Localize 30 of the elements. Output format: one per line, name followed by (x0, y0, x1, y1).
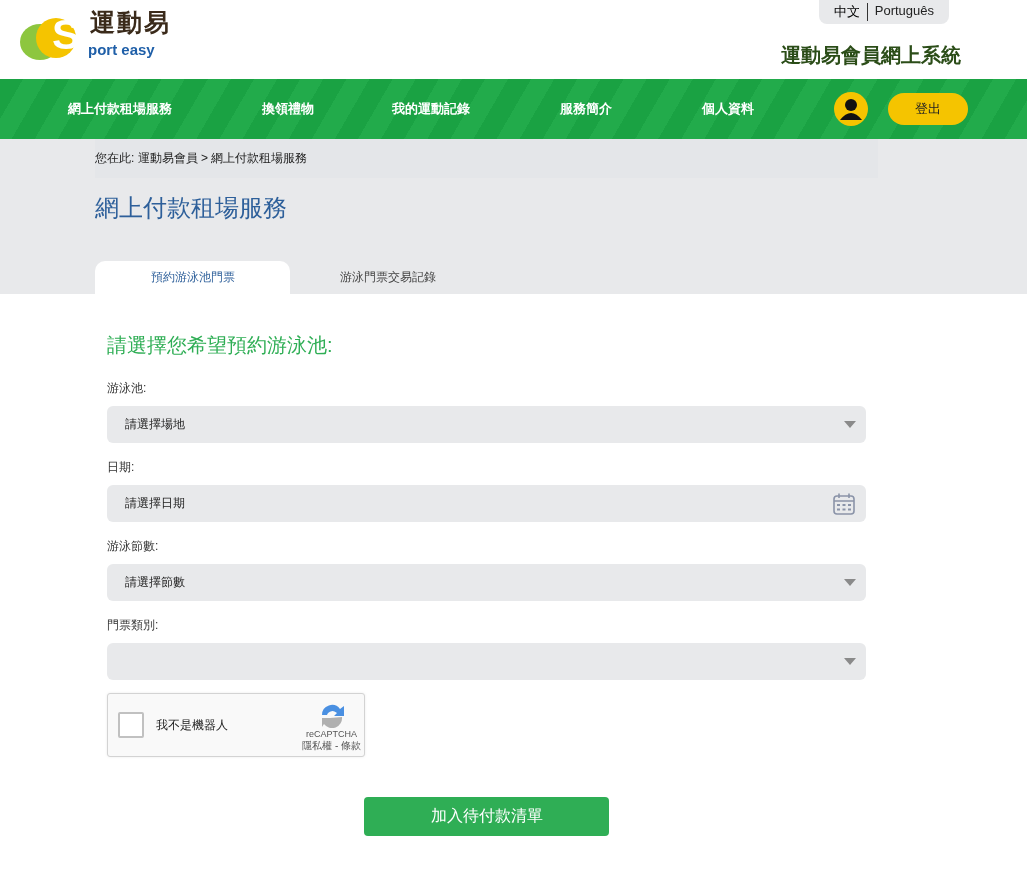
tab[interactable]: 游泳門票交易記錄 (290, 261, 485, 294)
breadcrumb: 您在此: 運動易會員 > 網上付款租場服務 (95, 150, 308, 167)
field-label: 日期: (107, 459, 136, 476)
select-field[interactable] (107, 643, 866, 680)
page-title: 網上付款租場服務 (95, 193, 288, 223)
dropdown-caret-icon (844, 657, 856, 666)
select-field[interactable]: 請選擇節數 (107, 564, 866, 601)
calendar-icon[interactable] (832, 491, 856, 516)
field-label: 游泳節數: (107, 538, 160, 555)
logo-wordmark: port easy (88, 42, 155, 57)
field-label: 游泳池: (107, 380, 148, 397)
captcha-label: 我不是機器人 (156, 716, 229, 734)
language-link[interactable]: 中文 (826, 3, 867, 21)
logo-mark: 運動易 (90, 10, 171, 35)
site-title: 運動易會員網上系統 (781, 43, 961, 68)
date-field[interactable]: 請選擇日期 (107, 485, 866, 522)
link-separator: - (334, 740, 339, 751)
tab[interactable]: 預約游泳池門票 (95, 261, 290, 294)
avatar-icon[interactable] (834, 92, 868, 126)
form-heading: 請選擇您希望預約游泳池: (107, 333, 334, 358)
captcha-brand: reCAPTCHA (306, 729, 358, 739)
captcha-checkbox[interactable] (118, 712, 144, 738)
field-label: 門票類別: (107, 617, 160, 634)
logout-button[interactable]: 登出 (888, 93, 968, 125)
dropdown-caret-icon (844, 420, 856, 429)
terms-link[interactable]: 條款 (341, 740, 361, 751)
privacy-link[interactable]: 隱私權 (302, 740, 333, 751)
language-link[interactable]: Português (866, 3, 941, 21)
dropdown-caret-icon (844, 578, 856, 587)
select-field[interactable]: 請選擇場地 (107, 406, 866, 443)
